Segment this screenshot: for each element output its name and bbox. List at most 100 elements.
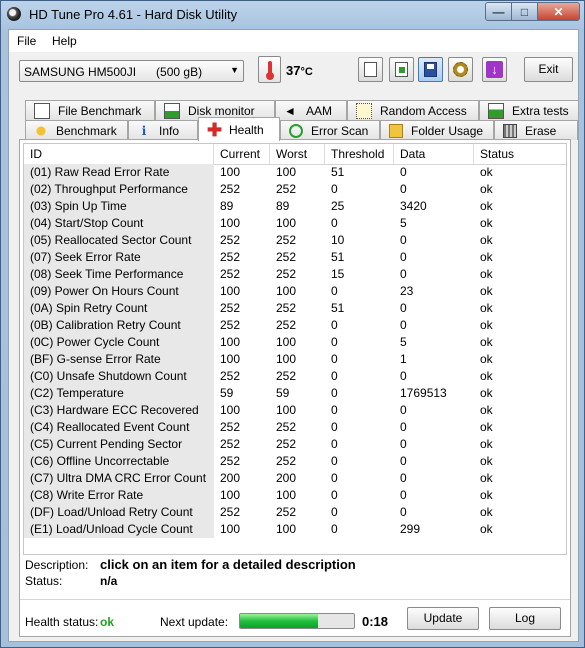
tab-info[interactable]: i Info (128, 120, 198, 140)
attribute-id: (C6) Offline Uncorrectable (24, 453, 214, 470)
table-row[interactable]: (0B) Calibration Retry Count 252 252 0 0 ok (24, 317, 566, 334)
raw-data: 0 (400, 318, 407, 332)
attribute-id: (BF) G-sense Error Rate (24, 351, 214, 368)
raw-data: 5 (400, 335, 407, 349)
column-header[interactable]: Status (474, 144, 566, 164)
table-row[interactable]: (E1) Load/Unload Cycle Count 100 100 0 299 ok (24, 521, 566, 538)
description-value: click on an item for a detailed descript… (100, 557, 356, 572)
log-button[interactable]: Log (489, 607, 561, 630)
threshold-value: 51 (331, 165, 345, 179)
table-row[interactable]: (BF) G-sense Error Rate 100 100 0 1 ok (24, 351, 566, 368)
table-row[interactable]: (C8) Write Error Rate 100 100 0 0 ok (24, 487, 566, 504)
table-row[interactable]: (C4) Reallocated Event Count 252 252 0 0 ok (24, 419, 566, 436)
tab-error-scan[interactable]: Error Scan (280, 120, 380, 140)
tab-benchmark[interactable]: Benchmark (25, 120, 128, 140)
save-button[interactable] (418, 57, 443, 82)
download-icon: ↓ (486, 61, 503, 78)
column-header[interactable]: Threshold (325, 144, 394, 164)
current-value: 252 (220, 301, 241, 315)
worst-value: 252 (276, 420, 297, 434)
table-row[interactable]: (03) Spin Up Time 89 89 25 3420 ok (24, 198, 566, 215)
attribute-id: (0B) Calibration Retry Count (24, 317, 214, 334)
table-row[interactable]: (DF) Load/Unload Retry Count 252 252 0 0 ok (24, 504, 566, 521)
attribute-status: ok (480, 267, 493, 281)
health-cross-icon: ✚ (207, 119, 223, 140)
worst-value: 200 (276, 471, 297, 485)
worst-value: 252 (276, 301, 297, 315)
attribute-id: (E1) Load/Unload Cycle Count (24, 521, 214, 538)
chevron-down-icon: ▼ (230, 65, 239, 75)
menu-file[interactable]: File (17, 34, 36, 48)
maximize-button[interactable]: □ (511, 2, 538, 21)
tab-file-benchmark[interactable]: File Benchmark (25, 100, 155, 120)
attribute-id: (09) Power On Hours Count (24, 283, 214, 300)
threshold-value: 25 (331, 199, 345, 213)
health-panel: ID Current Worst Threshold Data Status (01) R… (19, 139, 571, 637)
options-button[interactable] (448, 57, 473, 82)
table-row[interactable]: (08) Seek Time Performance 252 252 15 0 ok (24, 266, 566, 283)
table-row[interactable]: (0C) Power Cycle Count 100 100 0 5 ok (24, 334, 566, 351)
tab-erase[interactable]: Erase (494, 120, 578, 140)
raw-data: 0 (400, 182, 407, 196)
column-header[interactable]: ID (24, 144, 214, 164)
raw-data: 0 (400, 369, 407, 383)
table-row[interactable]: (09) Power On Hours Count 100 100 0 23 ok (24, 283, 566, 300)
column-header[interactable]: Current (214, 144, 270, 164)
raw-data: 0 (400, 301, 407, 315)
attribute-status: ok (480, 284, 493, 298)
column-header[interactable]: Data (394, 144, 474, 164)
download-button[interactable]: ↓ (482, 57, 507, 82)
threshold-value: 0 (331, 369, 338, 383)
attribute-id: (C8) Write Error Rate (24, 487, 214, 504)
raw-data: 0 (400, 250, 407, 264)
tab-aam[interactable]: ◄ AAM (275, 100, 347, 120)
table-row[interactable]: (C2) Temperature 59 59 0 1769513 ok (24, 385, 566, 402)
table-row[interactable]: (04) Start/Stop Count 100 100 0 5 ok (24, 215, 566, 232)
tab-random-access[interactable]: Random Access (347, 100, 479, 120)
worst-value: 100 (276, 216, 297, 230)
table-row[interactable]: (07) Seek Error Rate 252 252 51 0 ok (24, 249, 566, 266)
threshold-value: 0 (331, 386, 338, 400)
table-row[interactable]: (01) Raw Read Error Rate 100 100 51 0 ok (24, 164, 566, 181)
maximize-icon: □ (520, 4, 529, 19)
worst-value: 252 (276, 505, 297, 519)
table-row[interactable]: (0A) Spin Retry Count 252 252 51 0 ok (24, 300, 566, 317)
threshold-value: 0 (331, 318, 338, 332)
threshold-value: 0 (331, 216, 338, 230)
threshold-value: 0 (331, 505, 338, 519)
tab-health[interactable]: ✚ Health (198, 117, 280, 141)
column-header[interactable]: Worst (270, 144, 325, 164)
update-button[interactable]: Update (407, 607, 479, 630)
attribute-status: ok (480, 522, 493, 536)
worst-value: 100 (276, 335, 297, 349)
copy-text-button[interactable] (358, 57, 383, 82)
table-row[interactable]: (C6) Offline Uncorrectable 252 252 0 0 ok (24, 453, 566, 470)
worst-value: 252 (276, 182, 297, 196)
raw-data: 5 (400, 216, 407, 230)
folder-icon (389, 123, 403, 138)
current-value: 100 (220, 284, 241, 298)
table-row[interactable]: (C5) Current Pending Sector 252 252 0 0 ok (24, 436, 566, 453)
tab-folder-usage[interactable]: Folder Usage (380, 120, 494, 140)
table-row[interactable]: (C3) Hardware ECC Recovered 100 100 0 0 ok (24, 402, 566, 419)
menu-help[interactable]: Help (52, 34, 77, 48)
health-status-label: Health status: (25, 615, 99, 629)
table-row[interactable]: (02) Throughput Performance 252 252 0 0 ok (24, 181, 566, 198)
description-label: Description: (25, 558, 89, 572)
exit-button[interactable]: Exit (524, 57, 573, 82)
attribute-status: ok (480, 182, 493, 196)
attribute-status: ok (480, 352, 493, 366)
title-bar[interactable]: HD Tune Pro 4.61 - Hard Disk Utility — □… (1, 1, 584, 29)
copy-screenshot-button[interactable] (389, 57, 414, 82)
table-row[interactable]: (C0) Unsafe Shutdown Count 252 252 0 0 ok (24, 368, 566, 385)
table-row[interactable]: (C7) Ultra DMA CRC Error Count 200 200 0 0 ok (24, 470, 566, 487)
close-icon: ✕ (553, 4, 564, 19)
lightbulb-icon (34, 123, 48, 138)
drive-select[interactable]: SAMSUNG HM500JI (500 gB) ▼ (19, 60, 244, 82)
worst-value: 252 (276, 250, 297, 264)
tab-extra-tests[interactable]: Extra tests (479, 100, 579, 120)
minimize-button[interactable]: — (485, 2, 512, 21)
close-button[interactable]: ✕ (537, 2, 580, 21)
smart-table[interactable]: ID Current Worst Threshold Data Status (01) R… (23, 143, 567, 555)
table-row[interactable]: (05) Reallocated Sector Count 252 252 10 0 ok (24, 232, 566, 249)
